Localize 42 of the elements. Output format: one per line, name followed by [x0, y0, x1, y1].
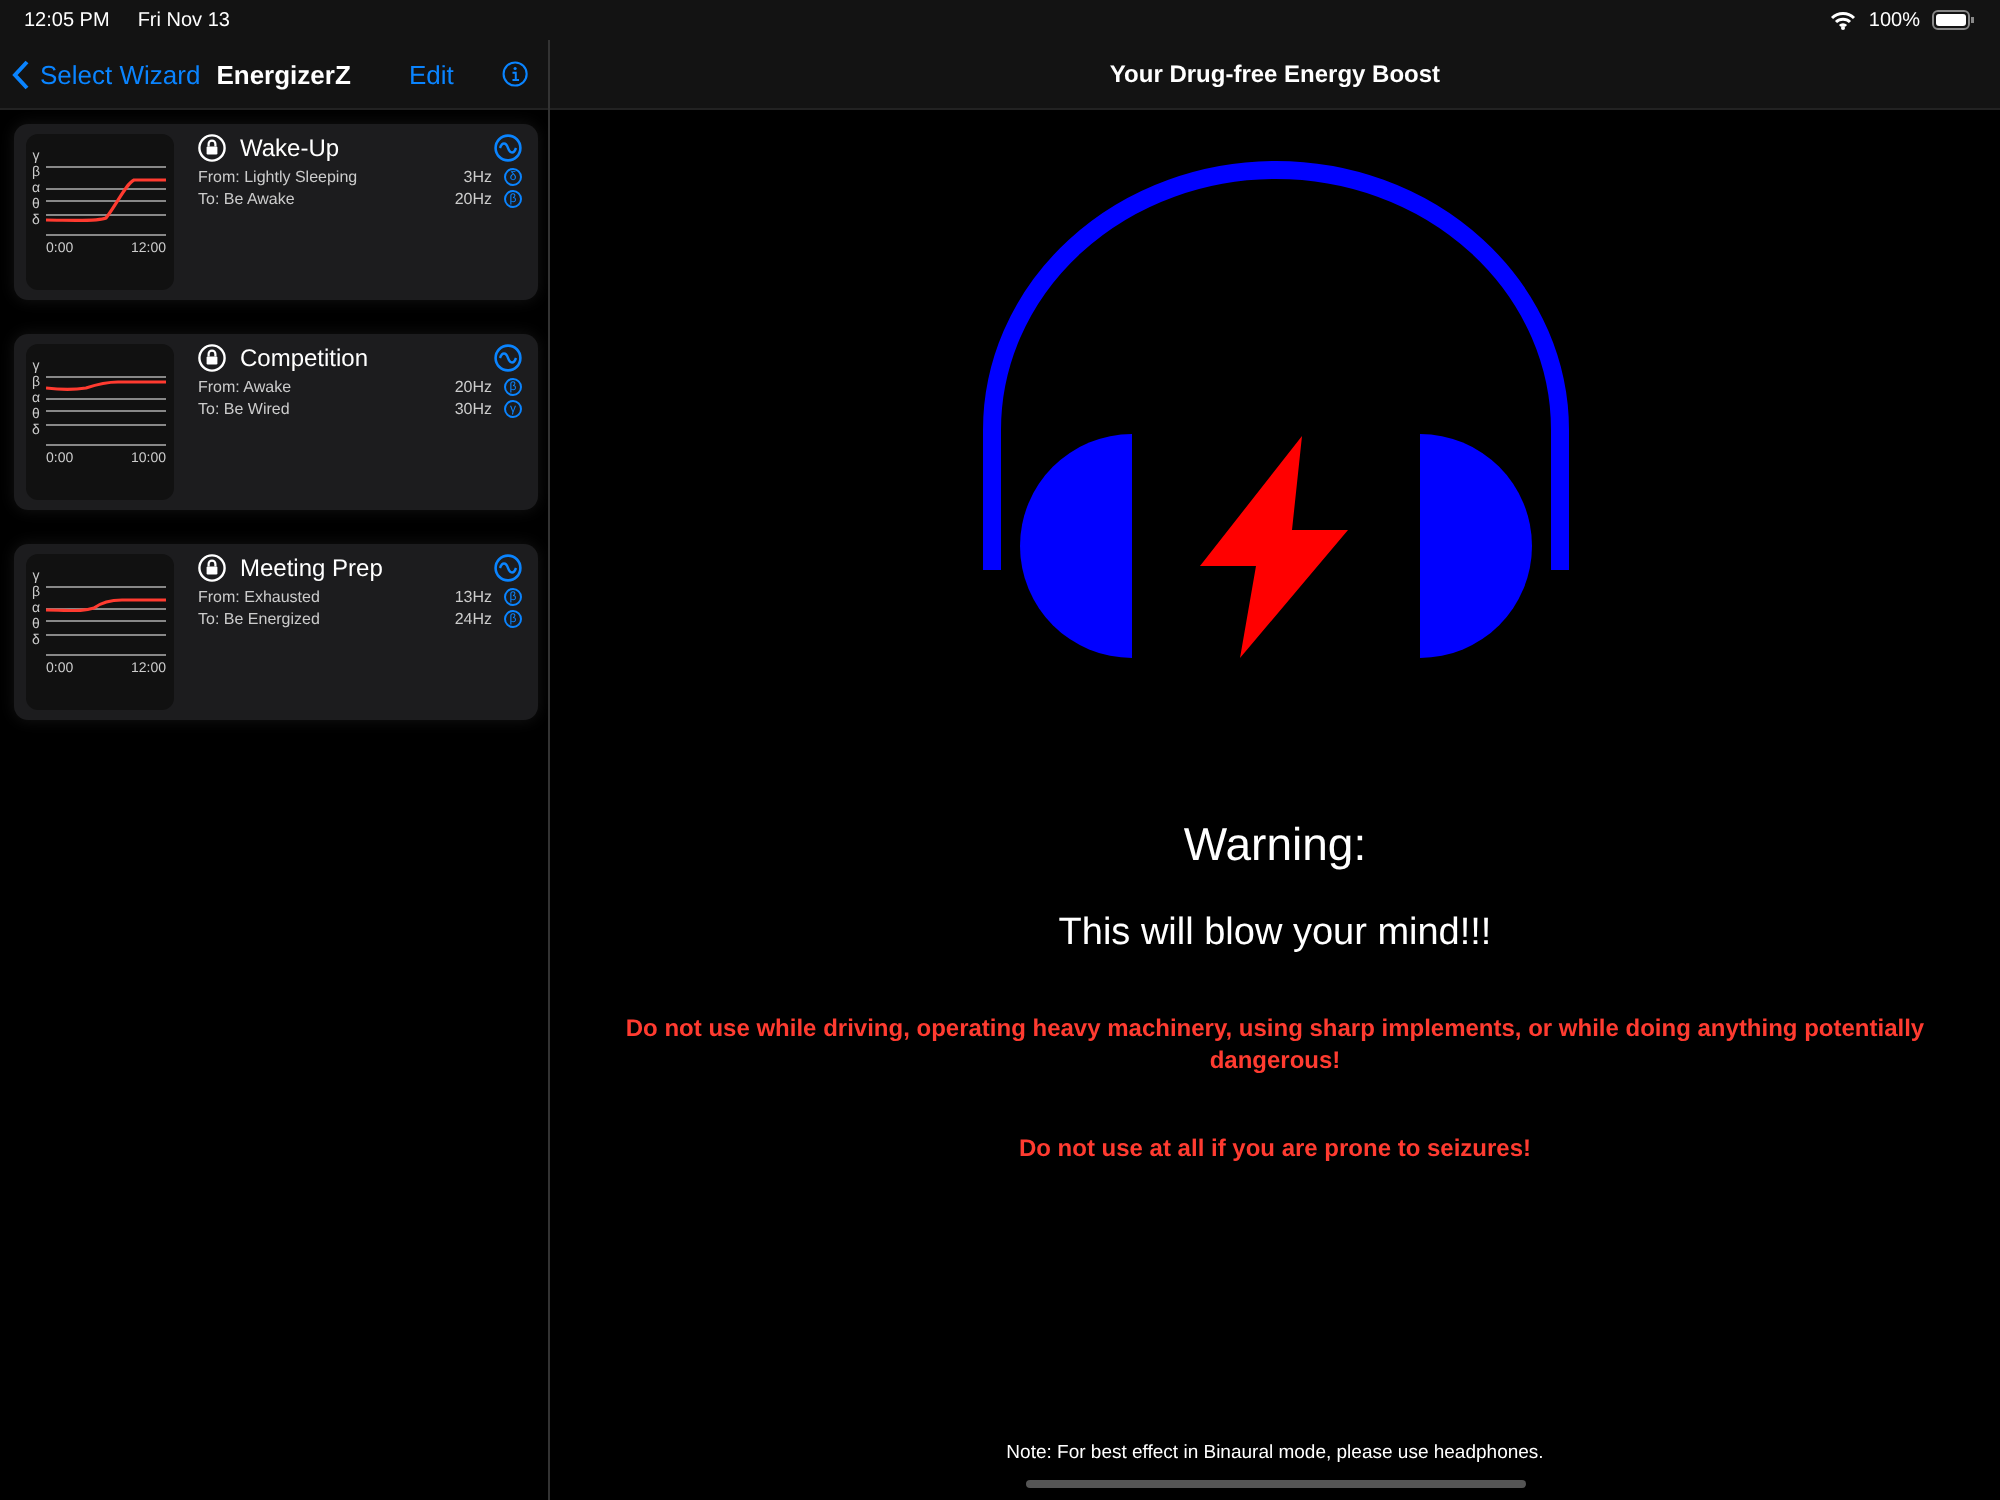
detail-title: Your Drug-free Energy Boost: [550, 40, 2000, 110]
warning-subtitle: This will blow your mind!!!: [1058, 912, 1492, 956]
wizard-title: Wake-Up: [240, 134, 340, 162]
frequency-value: 24Hz: [454, 610, 492, 628]
state-label: From: Exhausted: [198, 588, 320, 606]
state-label: From: Lightly Sleeping: [198, 168, 358, 186]
state-label: To: Be Awake: [198, 190, 295, 208]
lock-icon: [198, 344, 226, 372]
caution-text: Do not use at all if you are prone to seizures!: [1016, 1132, 1534, 1164]
sine-wave-icon[interactable]: [494, 134, 522, 162]
wifi-icon: [1830, 10, 1857, 30]
lock-icon: [198, 554, 226, 582]
sidebar-title: EnergizerZ: [216, 59, 351, 89]
frequency-value: 20Hz: [454, 378, 492, 396]
edit-link[interactable]: Edit: [409, 59, 454, 89]
battery-percent: 100%: [1868, 9, 1920, 31]
headphones-note: Note: For best effect in Binaural mode, please use headphones.: [1006, 1442, 1544, 1464]
grid-lines: [46, 376, 166, 446]
wizard-title: Competition: [240, 344, 369, 372]
grid-lines: [46, 166, 166, 236]
status-time: 12:05 PM: [24, 9, 110, 31]
frequency-value: 13Hz: [454, 588, 492, 606]
wizard-title: Meeting Prep: [240, 554, 383, 582]
grid-lines: [46, 586, 166, 656]
frequency-value: 30Hz: [454, 400, 492, 418]
frequency-curve: [46, 380, 166, 392]
sine-wave-icon[interactable]: [494, 554, 522, 582]
state-label: To: Be Wired: [198, 400, 290, 418]
caution-text: Do not use while driving, operating heavy machinery, using sharp implements, or while doing anything potentially dangerous!: [623, 1012, 1927, 1076]
state-label: To: Be Energized: [198, 610, 320, 628]
chevron-left-icon: [12, 59, 30, 89]
frequency-value: 20Hz: [454, 190, 492, 208]
warning-heading: Warning:: [1183, 818, 1367, 872]
frequency-curve: [46, 178, 166, 223]
back-link[interactable]: Select Wizard: [12, 59, 201, 89]
battery-icon: [1932, 10, 1976, 30]
frequency-value: 3Hz: [463, 168, 492, 186]
state-label: From: Awake: [198, 378, 292, 396]
sine-wave-icon[interactable]: [494, 344, 522, 372]
frequency-curve: [46, 598, 166, 613]
lock-icon: [198, 134, 226, 162]
status-date: Fri Nov 13: [137, 9, 230, 31]
